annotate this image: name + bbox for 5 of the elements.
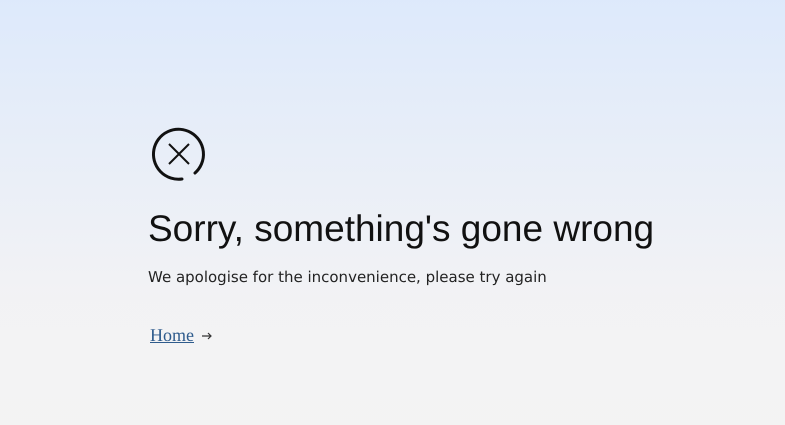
error-message: We apologise for the inconvenience, please try again (148, 268, 547, 286)
error-title: Sorry, something's gone wrong (148, 207, 654, 251)
arrow-icon (202, 332, 212, 340)
home-link[interactable]: Home (150, 325, 194, 346)
error-icon (150, 125, 208, 183)
